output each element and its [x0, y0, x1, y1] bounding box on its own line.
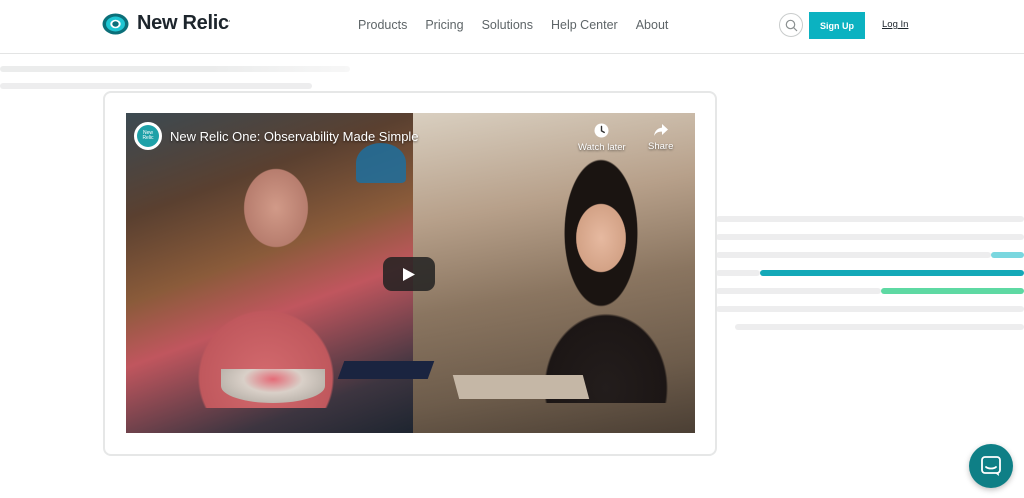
new-relic-logo-icon — [102, 13, 129, 34]
video-card: New Relic New Relic One: Observability M… — [103, 91, 717, 456]
play-icon — [403, 267, 415, 281]
video-player[interactable]: New Relic New Relic One: Observability M… — [126, 113, 695, 433]
decorative-line — [716, 216, 1024, 222]
share-label: Share — [648, 141, 674, 152]
decorative-line — [0, 83, 312, 89]
nav-item-products[interactable]: Products — [358, 18, 407, 32]
brand-mark: . — [228, 17, 231, 24]
brand-name-text: New Relic — [137, 12, 229, 34]
nav-item-pricing[interactable]: Pricing — [425, 18, 463, 32]
decorative-line-green — [881, 288, 1024, 294]
nav-item-solutions[interactable]: Solutions — [482, 18, 533, 32]
brand-name: New Relic. — [137, 12, 231, 35]
channel-avatar-text: New Relic — [137, 125, 159, 147]
decorative-line — [716, 234, 1024, 240]
page: New Relic. Products Pricing Solutions He… — [0, 0, 1024, 498]
decorative-line — [716, 306, 1024, 312]
video-keyboard — [337, 361, 435, 379]
decorative-line-teal — [760, 270, 1024, 276]
decorative-line — [735, 324, 1024, 330]
play-button[interactable] — [383, 257, 435, 291]
nav-item-help-center[interactable]: Help Center — [551, 18, 618, 32]
decorative-line — [0, 66, 350, 72]
main-nav: Products Pricing Solutions Help Center A… — [358, 18, 686, 32]
watch-later-label: Watch later — [578, 142, 626, 153]
clock-icon — [594, 123, 609, 138]
search-icon — [785, 19, 797, 31]
video-laptop — [452, 375, 590, 399]
channel-avatar[interactable]: New Relic — [134, 122, 162, 150]
decorative-line-light-teal — [991, 252, 1024, 258]
search-button[interactable] — [779, 13, 803, 37]
share-arrow-icon — [653, 124, 668, 136]
decorative-line — [716, 270, 760, 276]
chat-icon — [981, 456, 1001, 476]
video-person-right — [521, 153, 691, 403]
video-cereal-bowl — [221, 369, 325, 403]
sign-up-button[interactable]: Sign Up — [809, 12, 865, 39]
log-in-link[interactable]: Log In — [882, 19, 908, 30]
site-header: New Relic. Products Pricing Solutions He… — [0, 0, 1024, 54]
decorative-line — [716, 252, 991, 258]
video-title[interactable]: New Relic One: Observability Made Simple — [170, 129, 419, 144]
watch-later-button[interactable]: Watch later — [578, 123, 626, 153]
share-button[interactable]: Share — [648, 123, 673, 152]
brand-logo[interactable]: New Relic. — [102, 12, 231, 35]
decorative-line — [716, 288, 881, 294]
nav-item-about[interactable]: About — [636, 18, 669, 32]
chat-button[interactable] — [969, 444, 1013, 488]
